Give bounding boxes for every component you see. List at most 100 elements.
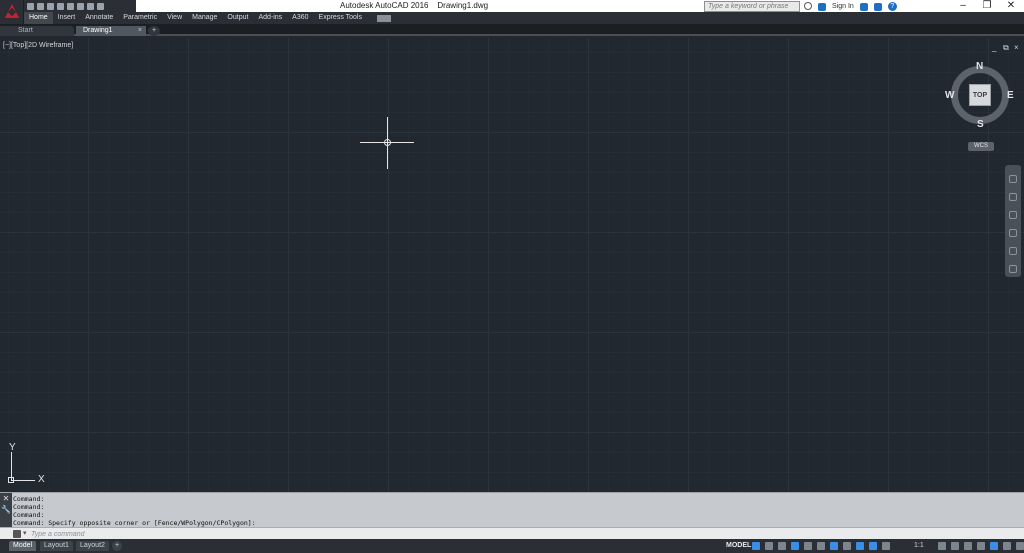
new-tab-button[interactable]: + <box>148 26 160 36</box>
pickbox <box>384 139 391 146</box>
tab-manage[interactable]: Manage <box>187 12 222 24</box>
recent-commands-icon[interactable]: ▾ <box>23 529 27 537</box>
compass-west[interactable]: W <box>945 90 954 101</box>
crosshair-cursor <box>360 117 414 169</box>
ucs-icon: X Y <box>8 442 52 486</box>
customization-icon[interactable] <box>1016 542 1024 550</box>
command-input[interactable] <box>31 529 1011 539</box>
compass-east[interactable]: E <box>1007 90 1014 101</box>
tab-annotate[interactable]: Annotate <box>80 12 118 24</box>
command-line-grip[interactable]: ✕ 🔧 <box>0 493 12 528</box>
navbar-settings-icon[interactable] <box>1009 265 1017 273</box>
command-history-line: Command: Specify opposite corner or [Fen… <box>13 519 256 527</box>
close-tab-icon[interactable]: × <box>138 26 142 36</box>
drawing-canvas[interactable]: [−][Top][2D Wireframe] _ ⧉ × TOP N S E W… <box>0 38 1024 492</box>
user-icon[interactable] <box>818 2 826 11</box>
annotation-visibility-icon[interactable] <box>856 542 864 550</box>
viewcube[interactable]: TOP N S E W <box>945 61 1014 132</box>
layout-tab-layout2[interactable]: Layout2 <box>76 541 109 551</box>
open-icon[interactable] <box>37 2 44 10</box>
file-tab-start[interactable]: Start <box>0 26 74 36</box>
hardware-acceleration-icon[interactable] <box>990 542 998 550</box>
layout-tab-model[interactable]: Model <box>9 541 37 551</box>
isolate-objects-icon[interactable] <box>977 542 985 550</box>
tab-home[interactable]: Home <box>24 12 53 24</box>
lineweight-icon[interactable] <box>843 542 851 550</box>
add-layout-button[interactable]: + <box>112 541 123 551</box>
zoom-icon[interactable] <box>1009 211 1017 219</box>
save-icon[interactable] <box>47 2 54 10</box>
save-as-icon[interactable] <box>57 2 64 10</box>
snap-icon[interactable] <box>765 542 773 550</box>
status-tools <box>938 542 1024 550</box>
viewport-minimize-button[interactable]: _ <box>992 43 996 52</box>
model-space-toggle[interactable]: MODEL <box>723 541 754 551</box>
search-icon[interactable] <box>804 2 812 10</box>
redo-icon[interactable] <box>87 2 94 10</box>
workspace-switching-icon[interactable] <box>938 542 946 550</box>
new-icon[interactable] <box>27 2 34 10</box>
steering-wheel-icon[interactable] <box>1009 175 1017 183</box>
autocad-logo-icon <box>5 4 19 18</box>
grid-icon[interactable] <box>752 542 760 550</box>
object-snap-icon[interactable] <box>830 542 838 550</box>
file-tabs: Start Drawing1 × + <box>0 24 1024 36</box>
compass-south[interactable]: S <box>977 119 984 130</box>
tab-view[interactable]: View <box>162 12 187 24</box>
close-command-line-icon[interactable]: ✕ <box>0 493 12 504</box>
compass-north[interactable]: N <box>976 61 983 72</box>
ribbon-tabs: Home Insert Annotate Parametric View Man… <box>24 12 1024 24</box>
exchange-apps-icon[interactable] <box>859 2 868 11</box>
viewport-restore-button[interactable]: ⧉ <box>1003 43 1009 53</box>
viewcube-top-face[interactable]: TOP <box>969 84 991 106</box>
search-input[interactable]: Type a keyword or phrase <box>704 1 800 12</box>
annotation-monitor-icon[interactable] <box>951 542 959 550</box>
title-bar: Autodesk AutoCAD 2016 Drawing1.dwg Type … <box>0 0 1024 12</box>
tab-a360[interactable]: A360 <box>287 12 313 24</box>
viewport-controls-label[interactable]: [−][Top][2D Wireframe] <box>3 42 73 49</box>
tab-output[interactable]: Output <box>222 12 253 24</box>
command-history-line: Command: <box>13 495 45 503</box>
sign-in-link[interactable]: Sign In <box>832 3 854 10</box>
ucs-y-label: Y <box>9 442 16 453</box>
ucs-y-axis <box>11 452 12 480</box>
status-toggles <box>752 542 890 550</box>
autoscale-icon[interactable] <box>869 542 877 550</box>
customize-command-icon[interactable]: 🔧 <box>0 504 12 515</box>
command-history-line: Command: <box>13 511 45 519</box>
orbit-icon[interactable] <box>1009 229 1017 237</box>
plot-icon[interactable] <box>67 2 74 10</box>
ortho-icon[interactable] <box>778 542 786 550</box>
window-title: Autodesk AutoCAD 2016 Drawing1.dwg <box>340 1 489 10</box>
command-prompt-icon[interactable] <box>13 530 21 538</box>
close-window-button[interactable]: ✕ <box>996 0 1024 12</box>
tab-insert[interactable]: Insert <box>53 12 81 24</box>
navigation-bar <box>1005 165 1021 277</box>
command-history: ✕ 🔧 Command: Command: Command: Command: … <box>0 492 1024 528</box>
right-tools: Sign In ? <box>818 2 897 11</box>
tab-parametric[interactable]: Parametric <box>118 12 162 24</box>
tab-add-ins[interactable]: Add-ins <box>253 12 287 24</box>
viewport-close-button[interactable]: × <box>1014 43 1019 52</box>
command-input-row: ▾ <box>0 527 1024 539</box>
stay-connected-icon[interactable] <box>873 2 882 11</box>
annotation-scale-icon[interactable] <box>882 542 890 550</box>
tab-express-tools[interactable]: Express Tools <box>314 12 367 24</box>
units-icon[interactable] <box>964 542 972 550</box>
file-tab-drawing1[interactable]: Drawing1 × <box>76 26 146 36</box>
layout-tab-layout1[interactable]: Layout1 <box>40 541 73 551</box>
ribbon-toggle-icon[interactable] <box>376 14 391 22</box>
pan-icon[interactable] <box>1009 193 1017 201</box>
ucs-x-label: X <box>38 474 45 485</box>
object-snap-tracking-icon[interactable] <box>817 542 825 550</box>
workspace-dropdown-icon[interactable] <box>97 2 104 10</box>
clean-screen-icon[interactable] <box>1003 542 1011 550</box>
undo-icon[interactable] <box>77 2 84 10</box>
application-menu-button[interactable] <box>0 0 24 24</box>
wcs-menu[interactable]: WCS <box>968 142 994 151</box>
isodraft-icon[interactable] <box>804 542 812 550</box>
annotation-scale-value[interactable]: 1:1 <box>914 541 924 551</box>
help-icon[interactable]: ? <box>887 2 897 11</box>
polar-icon[interactable] <box>791 542 799 550</box>
showmotion-icon[interactable] <box>1009 247 1017 255</box>
